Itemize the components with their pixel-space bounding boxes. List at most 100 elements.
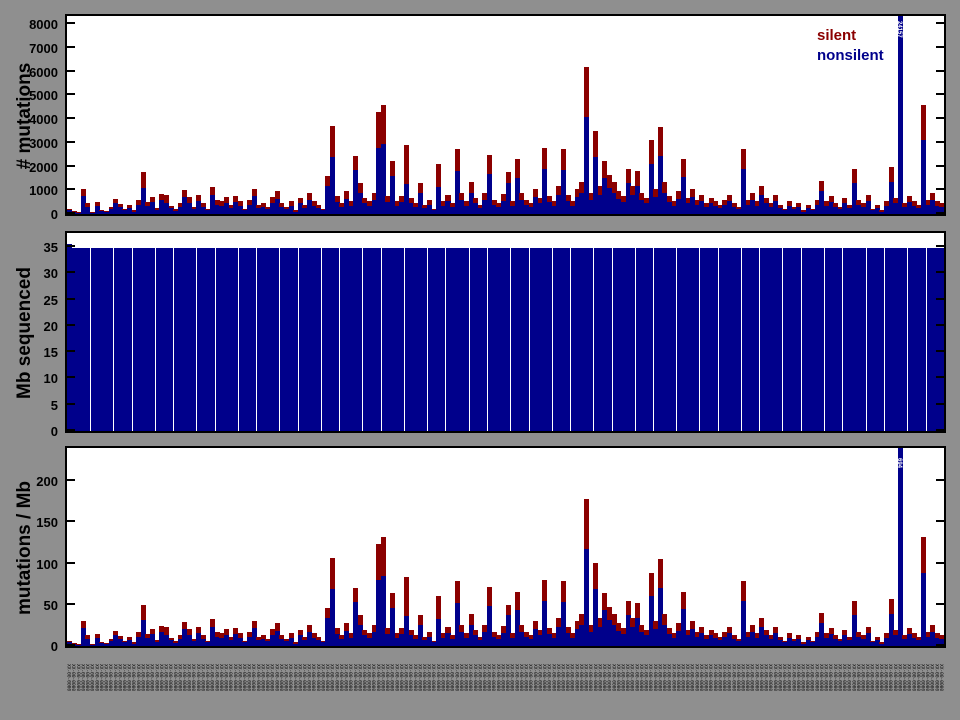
y-tick-label: 0 [50,639,58,654]
right-y-tick [936,212,944,214]
left-y-tick [67,188,75,191]
bar-separator [131,248,133,431]
y-tick-label: 8000 [29,17,58,33]
right-y-tick [936,93,944,96]
y-tick-label: 50 [43,597,58,613]
bar-separator [403,248,405,431]
left-y-tick [67,140,75,143]
bar-separator [593,248,595,431]
y-tick-label: 200 [36,474,58,489]
right-y-tick [936,376,944,379]
bar-separator [237,248,239,431]
bar-separator [297,248,299,431]
bar-separator [510,248,512,431]
outlier-bar-label-rate: 694 [896,458,902,469]
sample-rate-bar [939,448,944,646]
bar-separator [339,248,341,431]
panel-mutations-per-mb: 694 [65,446,946,648]
y-tick-label: 5 [50,397,58,413]
y-tick-label: 6000 [29,64,58,80]
y-tick-label: 15 [43,345,58,361]
right-y-tick [936,402,944,405]
left-y-tick [67,22,75,25]
y-tick-label: 4000 [29,112,58,128]
right-y-tick [936,188,944,191]
right-y-tick [936,323,944,326]
panel-mb-sequenced [65,231,946,433]
right-y-tick [936,644,944,646]
bar-separator [320,248,322,431]
silent-rate-segment [939,635,944,639]
bar-separator [611,248,613,431]
bar-separator [113,248,115,431]
bars-num-mutations [67,16,944,214]
silent-segment [939,203,944,207]
bar-separator [800,248,802,431]
bar-separator [634,248,636,431]
bar-separator [279,248,281,431]
legend-item-silent: silent [817,27,857,44]
mb-sequenced-block [67,248,944,431]
bar-separator [676,248,678,431]
bar-separator [823,248,825,431]
right-y-tick [936,429,944,431]
bars-mutations-per-mb [67,448,944,646]
bar-separator [528,248,530,431]
left-y-tick [67,271,75,274]
right-y-tick [936,350,944,353]
right-y-tick [936,69,944,72]
right-y-tick [936,140,944,143]
left-y-tick [67,376,75,379]
bar-separator [427,248,429,431]
bar-separator [487,248,489,431]
left-y-tick [67,644,75,646]
y-tick-label: 1000 [29,183,58,199]
bar-separator [362,248,364,431]
y-tick-label: 25 [43,292,58,308]
y-tick-label: 2000 [29,159,58,175]
right-y-tick [936,45,944,48]
bar-separator [842,248,844,431]
bar-separator [173,248,175,431]
right-y-tick [936,561,944,564]
y-tick-label: 100 [36,556,58,572]
right-y-tick [936,245,944,248]
y-tick-label: 0 [50,424,58,439]
right-y-tick [936,520,944,523]
left-y-tick [67,602,75,605]
left-y-tick [67,323,75,326]
legend: silent nonsilent [817,26,884,66]
bar-separator [445,248,447,431]
bars-mb-sequenced [67,233,944,431]
y-tick-label: 35 [43,240,58,256]
bar-separator [468,248,470,431]
left-y-tick [67,93,75,96]
right-y-tick [936,297,944,300]
bar-separator [782,248,784,431]
y-tick-label: 7000 [29,40,58,56]
mutation-rate-figure: # mutations Mb sequenced mutations / Mb … [0,0,960,720]
bar-separator [653,248,655,431]
left-y-tick [67,117,75,120]
bar-separator [883,248,885,431]
left-y-tick [67,164,75,167]
y-tick-label: 30 [43,266,58,282]
right-y-tick [936,271,944,274]
right-y-tick [936,164,944,167]
bar-separator [380,248,382,431]
bar-separator [740,248,742,431]
left-y-tick [67,479,75,481]
left-y-tick [67,45,75,48]
legend-item-nonsilent: nonsilent [817,47,884,64]
x-axis-sample-labels: XX-00-0000 XX-00-0000 XX-00-0000 XX-00-0000… [65,664,946,718]
left-y-tick [67,402,75,405]
bar-separator [570,248,572,431]
y-tick-label: 5000 [29,88,58,104]
bar-separator [907,248,909,431]
right-y-tick [936,602,944,605]
right-y-tick [936,117,944,120]
bar-separator [214,248,216,431]
bar-separator [759,248,761,431]
left-y-tick [67,520,75,523]
right-y-tick [936,479,944,481]
